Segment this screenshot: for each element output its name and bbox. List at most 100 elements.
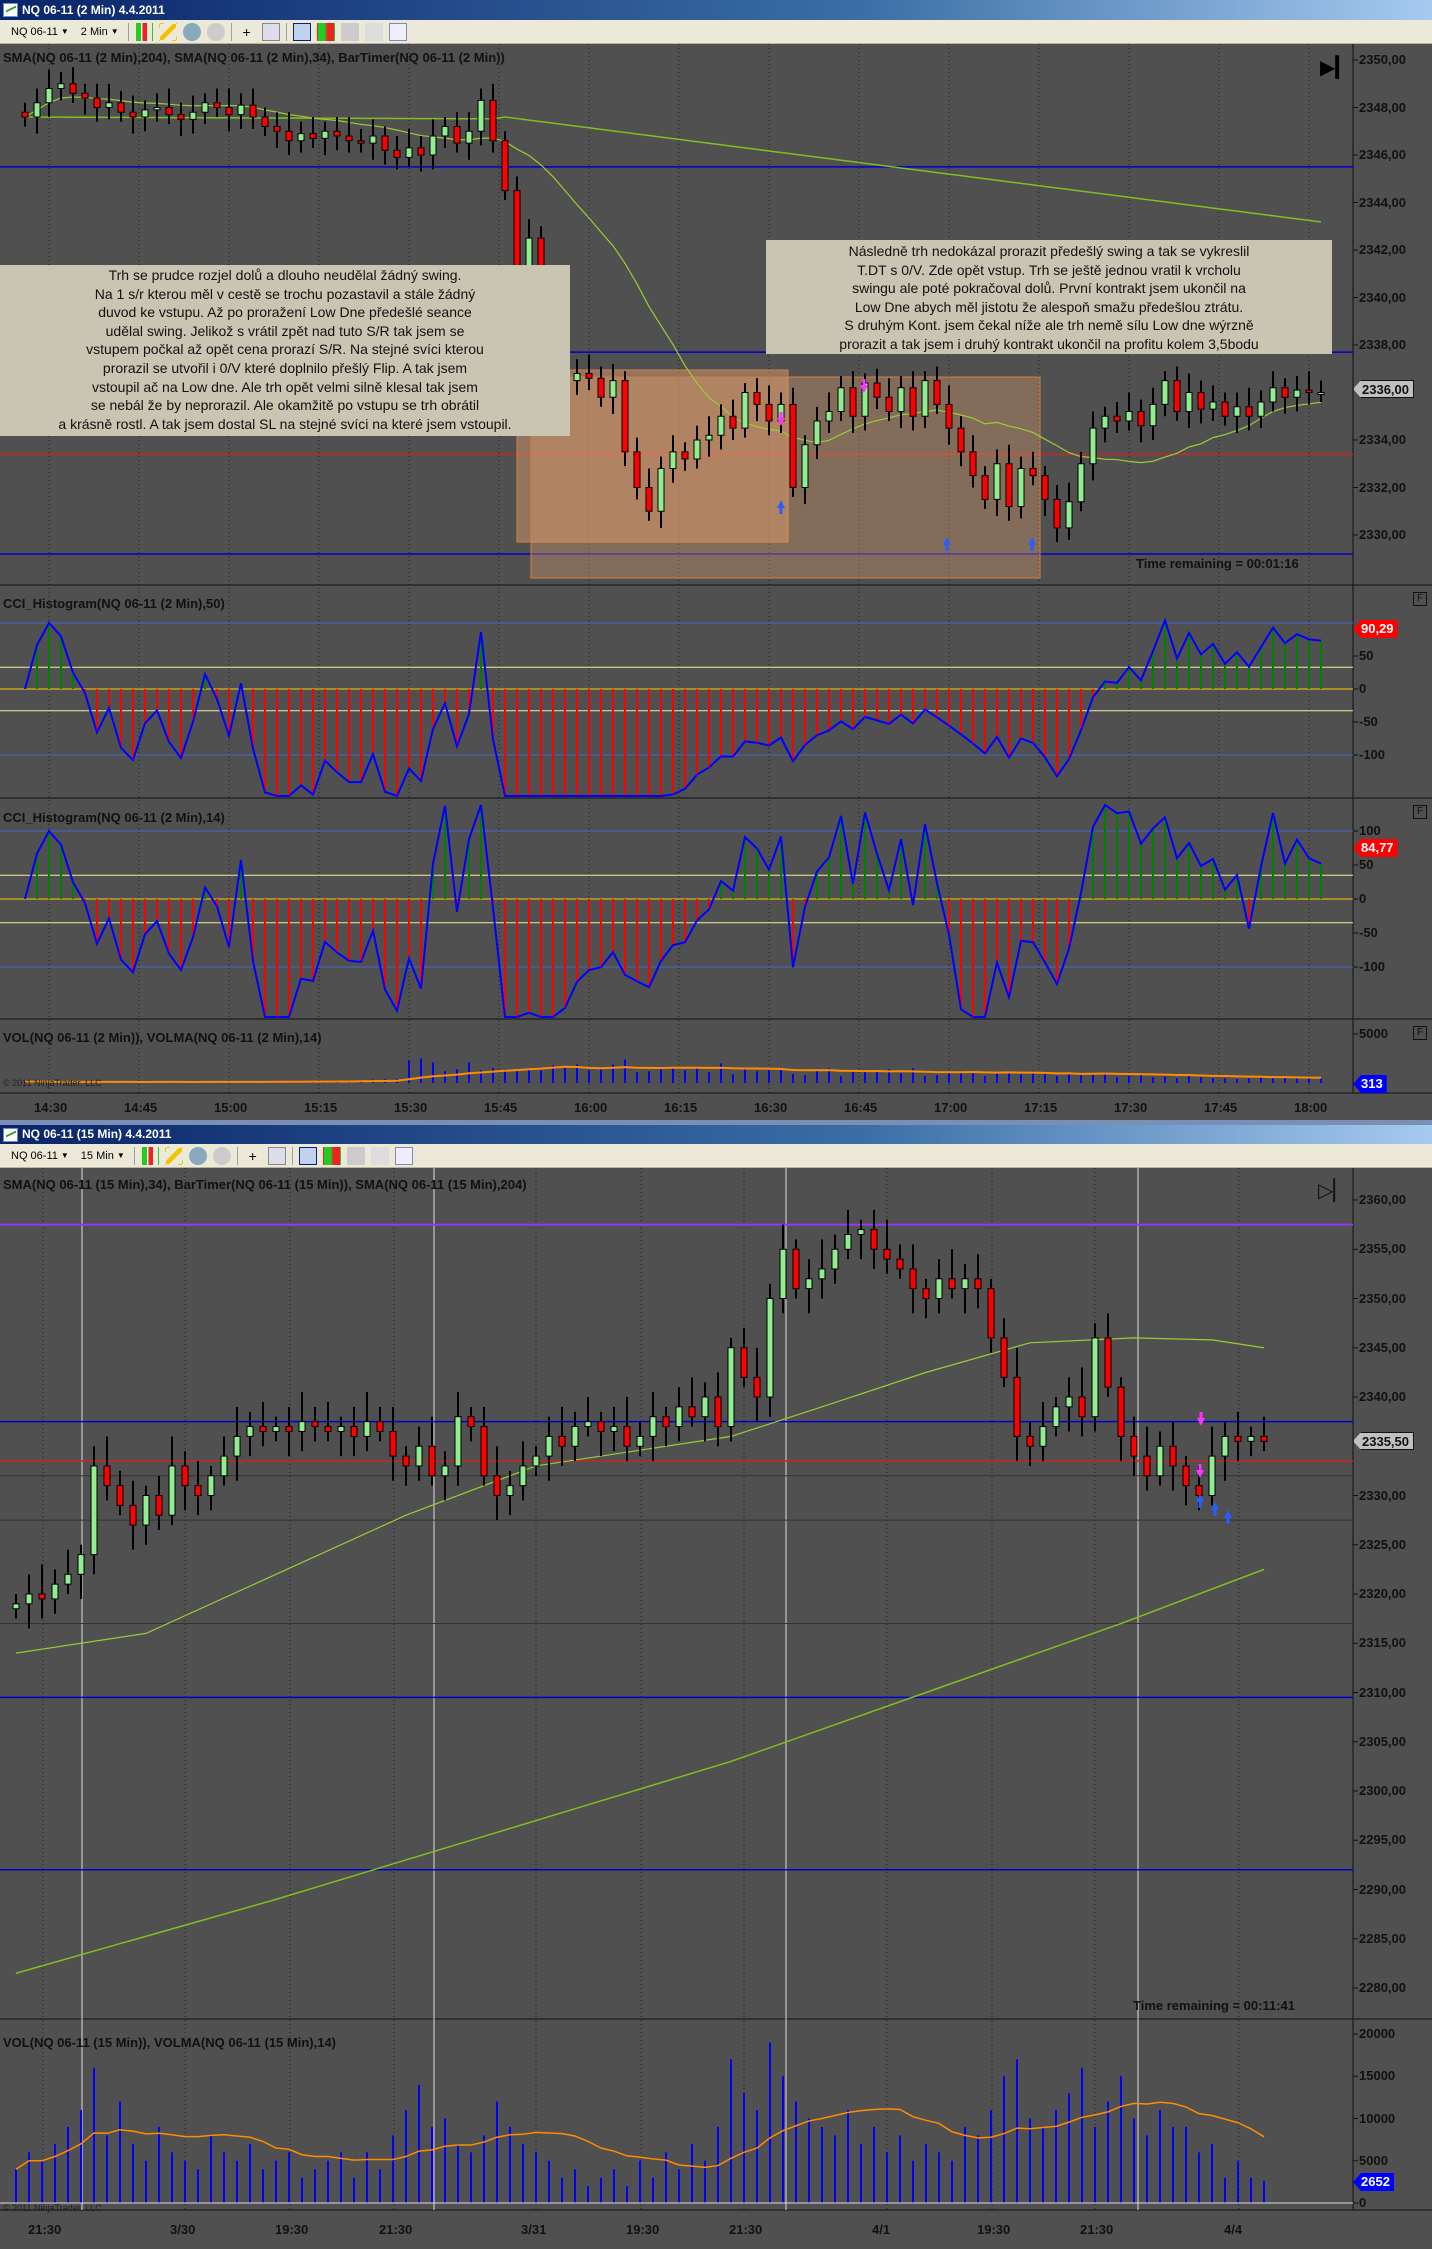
candle-body (1137, 411, 1145, 427)
price-axis-label: 2305,00 (1359, 1733, 1406, 1749)
candle-body (558, 1435, 566, 1447)
price-axis-label: 2290,00 (1359, 1881, 1406, 1897)
candle-body (657, 468, 665, 512)
candle-body (1117, 1386, 1125, 1437)
candle-body (825, 411, 833, 422)
candle-body (297, 133, 305, 142)
candle-body (105, 102, 113, 108)
candle-body (93, 97, 101, 108)
price-axis-label: 2310,00 (1359, 1684, 1406, 1700)
time-axis-label: 16:30 (754, 1100, 788, 1115)
note-line: prorazil se utvořil i 0/V které doplnilo… (102, 359, 468, 376)
candle-body (220, 1455, 228, 1477)
candle-body (1029, 468, 1037, 477)
candle-body (645, 487, 653, 512)
time-axis-label: 17:45 (1204, 1100, 1238, 1115)
candle-body (945, 403, 953, 429)
cci14-value-tag: 84,77 (1353, 839, 1398, 857)
candle-body (597, 377, 605, 398)
candle-body (741, 392, 749, 429)
candle-body (1247, 1435, 1255, 1442)
candle-body (467, 1416, 475, 1428)
candle-body (993, 463, 1001, 500)
price-axis-label: 2338,00 (1359, 337, 1406, 352)
candle-body (818, 1268, 826, 1280)
candle-body (57, 83, 65, 89)
note-line: prorazit a tak jsem i druhý kontrakt uko… (839, 335, 1259, 352)
volume-axis-label: 20000 (1359, 2026, 1396, 2041)
candle-body (1257, 401, 1265, 417)
panel-f-button[interactable]: F (1413, 592, 1427, 606)
candle-body (153, 107, 161, 111)
candle-body (489, 99, 497, 142)
scroll-to-end-icon[interactable]: ▷▏ (1318, 1178, 1349, 1203)
note-line: Low Dne abych měl jistotu že alespoň sma… (854, 298, 1244, 315)
candle-body (636, 1435, 644, 1447)
candle-body (165, 107, 173, 116)
panel-f-button[interactable]: F (1413, 805, 1427, 819)
time-axis-label: 19:30 (626, 2222, 660, 2237)
note-line: S druhým Kont. jsem čekal níže ale trh n… (844, 317, 1254, 334)
candle-body (1281, 387, 1289, 398)
candle-body (309, 133, 317, 139)
cci-axis-label: 0 (1359, 681, 1367, 696)
candle-body (155, 1495, 163, 1516)
candle-body (610, 1426, 618, 1432)
candle-body (1000, 1337, 1008, 1378)
candle-body (573, 373, 581, 382)
candle-body (909, 387, 917, 417)
candle-body (298, 1421, 306, 1432)
cci50-value-tag: 90,29 (1353, 620, 1398, 638)
candle-body (1260, 1435, 1268, 1442)
candle-body (948, 1278, 956, 1290)
candle-body (1143, 1455, 1151, 1477)
candle-body (922, 1288, 930, 1300)
panel-f-button[interactable]: F (1413, 1026, 1427, 1040)
candle-body (1234, 1435, 1242, 1442)
candle-body (142, 1495, 150, 1526)
sma-34-line (15, 1337, 1265, 1654)
sell-arrow-icon (1197, 1412, 1205, 1426)
candle-body (1173, 380, 1181, 412)
candle-body (519, 1465, 527, 1487)
candle-body (753, 1376, 761, 1398)
candle-body (1005, 463, 1013, 507)
time-axis-label: 14:45 (124, 1100, 158, 1115)
sma-204-line (15, 1568, 1265, 1974)
candle-body (933, 380, 941, 405)
candle-body (77, 1554, 85, 1575)
candle-body (805, 1278, 813, 1290)
candle-body (1039, 1426, 1047, 1447)
note-line: Trh se prudce rozjel dolů a dlouho neudě… (108, 267, 462, 283)
price-axis-label: 2355,00 (1359, 1241, 1406, 1257)
candle-body (717, 415, 725, 436)
candle-body (693, 439, 701, 460)
price-axis-label: 2315,00 (1359, 1635, 1406, 1651)
time-axis-label: 16:45 (844, 1100, 878, 1115)
time-axis-label: 21:30 (379, 2222, 413, 2237)
time-axis-label: 15:00 (214, 1100, 248, 1115)
bar-timer: Time remaining = 00:01:16 (1136, 556, 1299, 571)
volume-value-tag: 2652 (1353, 2173, 1394, 2191)
candle-body (727, 1347, 735, 1428)
candle-body (376, 1421, 384, 1432)
scroll-to-end-icon[interactable]: ▶▎ (1320, 55, 1351, 80)
annotation-note-1: Trh se prudce rozjel dolů a dlouho neudě… (0, 265, 570, 436)
candle-body (844, 1233, 852, 1250)
candle-body (957, 427, 965, 453)
price-axis-label: 2325,00 (1359, 1536, 1406, 1552)
price-axis-label: 2340,00 (1359, 1389, 1406, 1404)
candle-body (117, 102, 125, 113)
price-axis-label: 2350,00 (1359, 1290, 1406, 1306)
candle-body (753, 392, 761, 405)
candle-body (285, 1426, 293, 1432)
candle-body (1221, 1435, 1229, 1457)
candle-body (213, 102, 221, 108)
price-axis-label: 2332,00 (1359, 479, 1406, 495)
candle-body (1317, 392, 1325, 395)
candle-body (168, 1465, 176, 1516)
volume-axis-label: 5000 (1359, 1026, 1388, 1041)
candle-body (669, 451, 677, 469)
candle-body (1208, 1455, 1216, 1496)
candle-body (837, 387, 845, 412)
